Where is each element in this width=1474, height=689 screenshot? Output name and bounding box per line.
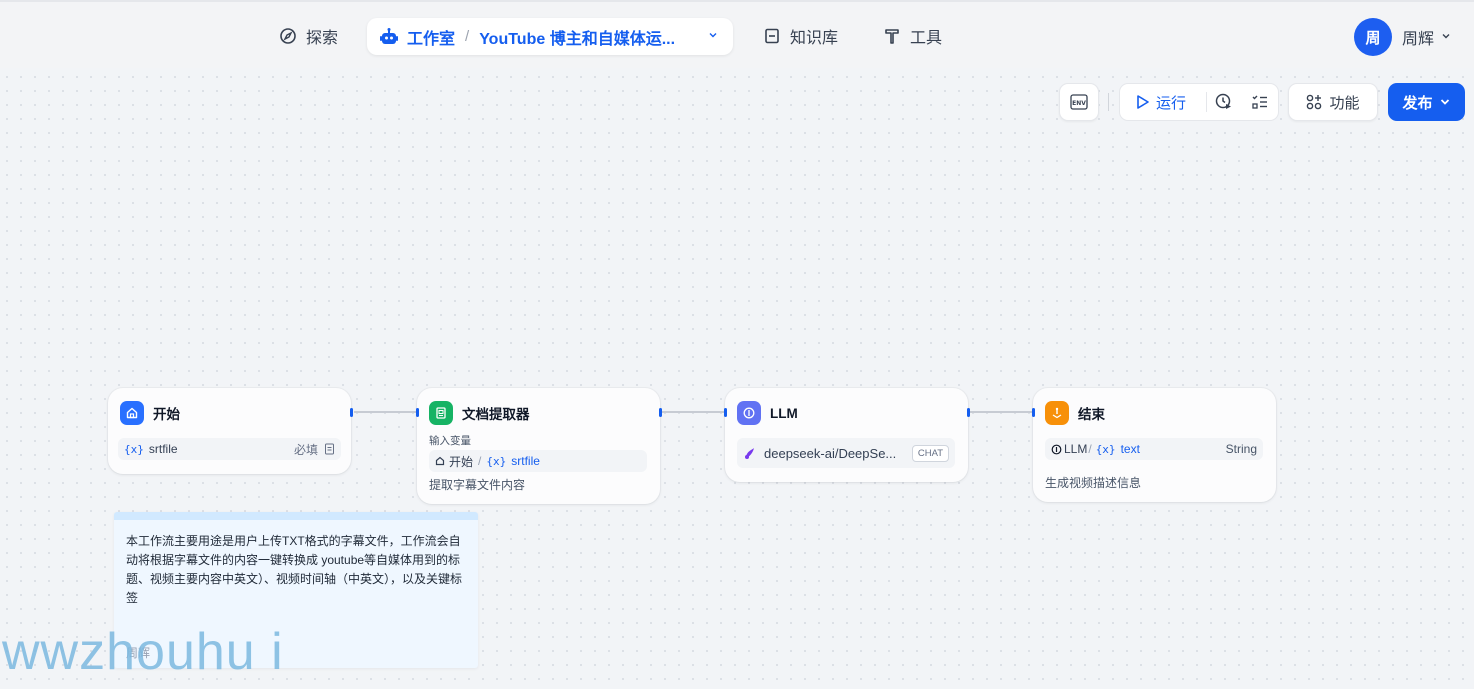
env-icon: ENV: [1069, 93, 1089, 111]
app-name[interactable]: YouTube 博主和自媒体运...: [479, 25, 675, 49]
output-handle[interactable]: [967, 408, 970, 417]
apps-icon: [1306, 94, 1322, 110]
input-variable-label: 输入变量: [429, 435, 471, 447]
path-separator: /: [478, 454, 482, 468]
node-description: 生成视频描述信息: [1045, 476, 1142, 490]
nav-studio-label: 工作室: [407, 30, 456, 48]
node-title: 结束: [1078, 407, 1105, 422]
output-variable-row: LLM / {x} text String: [1045, 438, 1263, 460]
toolbar-divider: [1108, 93, 1109, 111]
clock-play-icon: [1215, 93, 1233, 111]
variable-name: srtfile: [148, 442, 178, 456]
output-handle[interactable]: [350, 408, 353, 417]
node-doc-extractor[interactable]: 文档提取器 输入变量 开始 / {x} srtfile 提取字幕文件内容: [416, 388, 662, 504]
nav-tools[interactable]: 工具: [882, 18, 942, 54]
chevron-down-icon: [1440, 99, 1449, 105]
brain-icon: [737, 401, 761, 425]
node-start[interactable]: 开始 {x} srtfile 必填: [108, 388, 353, 474]
user-menu[interactable]: 周 周辉: [1354, 18, 1452, 56]
run-button[interactable]: 运行: [1120, 84, 1206, 120]
variable-icon: {x}: [1095, 442, 1116, 456]
node-header: 文档提取器: [429, 401, 530, 425]
run-button-group: 运行: [1119, 83, 1279, 121]
checklist-button[interactable]: [1242, 84, 1278, 120]
edge-start-to-extractor: [354, 411, 416, 413]
path-separator: /: [1088, 442, 1092, 456]
output-handle[interactable]: [659, 408, 662, 417]
compass-icon: [278, 26, 298, 46]
chevron-down-icon[interactable]: [707, 28, 719, 44]
chevron-down-icon[interactable]: [1440, 29, 1452, 45]
edge-extractor-to-llm: [662, 411, 724, 413]
features-button-label: 功能: [1329, 94, 1360, 112]
input-variable-row: 开始 / {x} srtfile: [429, 450, 647, 472]
node-header: 结束: [1045, 401, 1105, 425]
model-row[interactable]: deepseek-ai/DeepSe... CHAT: [737, 438, 955, 468]
watermark: wwzhouhu i: [2, 623, 284, 681]
env-icon-label: ENV: [1072, 100, 1086, 107]
run-button-label: 运行: [1156, 94, 1187, 112]
variable-type: String: [1225, 442, 1257, 456]
home-icon: [435, 456, 445, 466]
note-text[interactable]: 本工作流主要用途是用户上传TXT格式的字幕文件，工作流会自动将根据字幕文件的内容…: [126, 532, 466, 608]
input-source: 开始: [449, 454, 474, 469]
book-icon: [762, 26, 782, 46]
node-llm[interactable]: LLM deepseek-ai/DeepSe... CHAT: [724, 388, 970, 482]
run-history-button[interactable]: [1207, 84, 1243, 120]
features-button[interactable]: 功能: [1288, 83, 1378, 121]
node-description: 提取字幕文件内容: [429, 478, 526, 492]
hammer-icon: [882, 26, 902, 46]
nav-knowledge-label: 知识库: [790, 30, 839, 47]
document-icon: [429, 401, 453, 425]
node-end[interactable]: 结束 LLM / {x} text String 生成视频描述信息: [1032, 388, 1276, 502]
user-name[interactable]: 周辉: [1402, 25, 1434, 49]
start-variable-row: {x} srtfile 必填: [118, 438, 341, 460]
node-header: LLM: [737, 401, 798, 425]
deepseek-icon: [743, 446, 757, 460]
nav-tools-label: 工具: [910, 30, 943, 47]
input-handle[interactable]: [416, 408, 419, 417]
flag-icon: [1045, 401, 1069, 425]
output-variable: text: [1120, 442, 1140, 456]
robot-icon: [379, 27, 399, 47]
nav-explore-label: 探索: [306, 30, 339, 47]
output-source: LLM: [1064, 442, 1088, 456]
node-title: LLM: [770, 405, 798, 421]
play-icon: [1136, 94, 1150, 110]
nav-studio[interactable]: 工作室 / YouTube 博主和自媒体运...: [367, 18, 733, 55]
input-variable: srtfile: [511, 454, 540, 468]
nav-knowledge[interactable]: 知识库: [762, 18, 838, 54]
variable-icon: {x}: [486, 454, 507, 468]
edge-llm-to-end: [970, 411, 1032, 413]
nav-explore[interactable]: 探索: [278, 18, 338, 54]
home-icon: [120, 401, 144, 425]
top-navbar: 探索 工作室 / YouTube 博主和自媒体运... 知识库 工具 周 周辉: [0, 0, 1474, 68]
file-icon: [324, 443, 335, 455]
llm-icon: [1051, 444, 1062, 455]
required-label: 必填: [293, 442, 318, 457]
input-handle[interactable]: [724, 408, 727, 417]
publish-button-label: 发布: [1402, 94, 1433, 112]
node-header: 开始: [120, 401, 180, 425]
avatar[interactable]: 周: [1354, 18, 1392, 56]
chat-mode-badge: CHAT: [911, 444, 949, 462]
node-title: 开始: [153, 407, 180, 422]
variable-icon: {x}: [124, 442, 144, 456]
publish-button[interactable]: 发布: [1388, 83, 1465, 121]
checklist-icon: [1251, 93, 1269, 111]
env-button[interactable]: ENV: [1059, 83, 1099, 121]
input-handle[interactable]: [1032, 408, 1035, 417]
breadcrumb-separator: /: [465, 28, 470, 45]
node-title: 文档提取器: [462, 407, 530, 422]
model-name: deepseek-ai/DeepSe...: [764, 445, 897, 461]
